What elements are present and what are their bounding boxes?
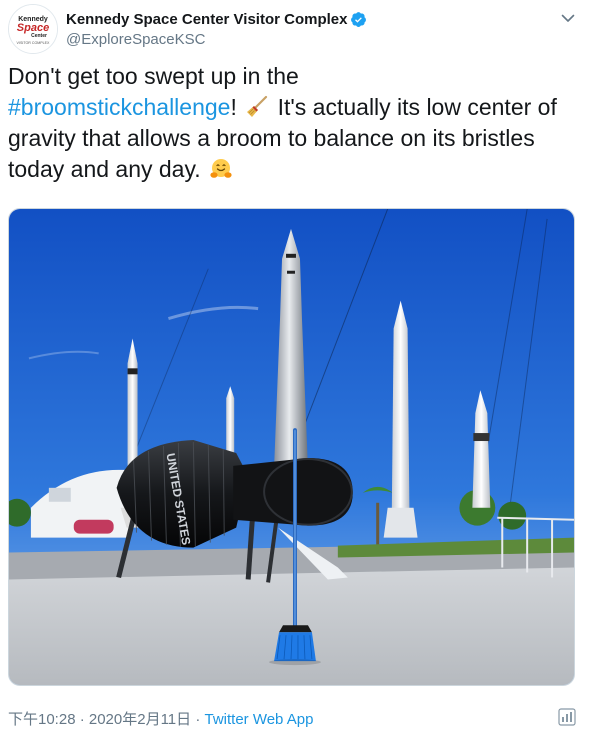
broom-emoji [247, 95, 268, 117]
tweet-text-exclaim: ! [230, 94, 237, 120]
display-name[interactable]: Kennedy Space Center Visitor Complex [66, 11, 347, 28]
avatar[interactable]: Kennedy Space Center VISITOR COMPLEX [8, 4, 58, 54]
hashtag-link[interactable]: #broomstickchallenge [8, 94, 230, 120]
timestamp[interactable]: 下午10:28 · 2020年2月11日 · [8, 711, 204, 728]
tweet-text: Don't get too swept up in the #broomstick… [8, 61, 582, 185]
svg-text:VISITOR COMPLEX: VISITOR COMPLEX [17, 41, 50, 45]
analytics-icon[interactable] [558, 708, 576, 726]
tweet-text-intro: Don't get too swept up in the [8, 63, 299, 89]
chevron-down-icon[interactable] [560, 10, 576, 26]
ksc-logo: Kennedy Space Center VISITOR COMPLEX [9, 5, 57, 53]
tweet-header: Kennedy Space Center VISITOR COMPLEX Ken… [8, 4, 582, 54]
tweet-photo[interactable]: UNITED STATES [8, 208, 575, 686]
hugging-face-emoji [210, 159, 232, 178]
svg-text:Center: Center [31, 33, 47, 39]
verified-badge-icon [351, 11, 367, 27]
account-names: Kennedy Space Center Visitor Complex @Ex… [66, 9, 367, 48]
tweet-footer: 下午10:28 · 2020年2月11日 · Twitter Web App [8, 708, 313, 729]
account-handle[interactable]: @ExploreSpaceKSC [66, 31, 367, 48]
source-app-link[interactable]: Twitter Web App [204, 711, 313, 728]
tweet: Kennedy Space Center VISITOR COMPLEX Ken… [0, 0, 590, 732]
rocket-garden-photo: UNITED STATES [9, 209, 574, 685]
